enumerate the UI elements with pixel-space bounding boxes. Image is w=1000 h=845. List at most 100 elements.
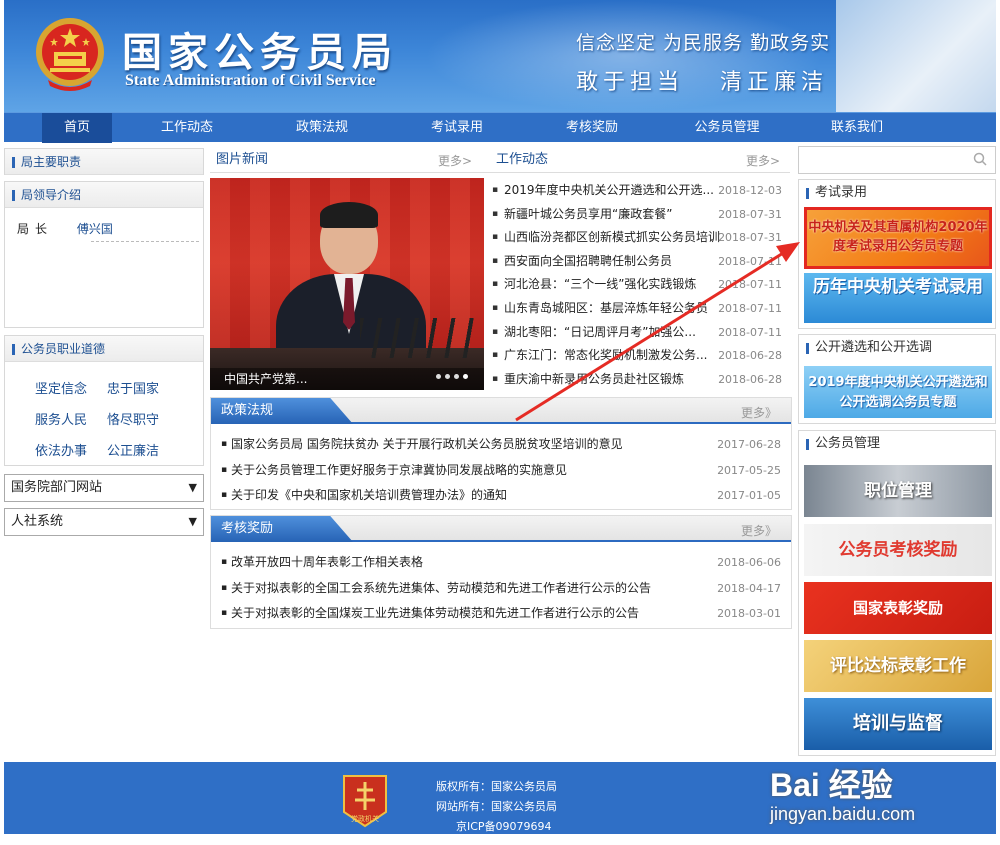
center-divider [210, 172, 790, 173]
search-icon[interactable] [973, 152, 987, 166]
list-item[interactable]: 山西临汾尧都区创新模式抓实公务员培训2018-07-31 [492, 226, 782, 250]
reward-section: 考核奖励 更多》 改革开放四十周年表彰工作相关表格 2018-06-06 关于对拟… [210, 515, 792, 629]
watermark-url: jingyan.baidu.com [770, 804, 916, 824]
list-item[interactable]: 关于印发《中央和国家机关培训费管理办法》的通知 2017-01-05 [221, 483, 781, 509]
hr-system-select[interactable]: 人社系统 ▼ [4, 508, 204, 536]
ethics-panel: 公务员职业道德 坚定信念 忠于国家 服务人民 恪尽职守 依法办事 公正廉洁 [4, 335, 204, 466]
footer-icp[interactable]: 京ICP备09079694 [456, 818, 552, 834]
slide-dot-active[interactable] [463, 374, 468, 379]
list-item[interactable]: 新疆叶城公务员享用“廉政套餐” 2018-07-31 [492, 203, 782, 227]
photo-caption[interactable]: 中国共产党第... [210, 368, 484, 390]
ethic-item: 公正廉洁 [107, 444, 160, 459]
reward-date: 2018-04-17 [717, 581, 781, 595]
news-date: 2018-06-28 [718, 349, 782, 363]
photo-news-title[interactable]: 图片新闻 [216, 148, 268, 172]
work-news-list: 2019年度中央机关公开遴选和公开选... 2018-12-03 新疆叶城公务员享… [492, 179, 782, 391]
news-title[interactable]: 重庆渝中新录用公务员赴社区锻炼 [504, 368, 684, 392]
work-news-title[interactable]: 工作动态 [496, 148, 548, 172]
list-item[interactable]: 河北沧县：“三个一线”强化实践锻炼 2018-07-11 [492, 273, 782, 297]
policy-more-link[interactable]: 更多》 [741, 404, 777, 421]
policy-title[interactable]: 国家公务员局 国务院扶贫办 关于开展行政机关公务员脱贫攻坚培训的意见 [231, 437, 623, 451]
site-subtitle: State Administration of Civil Service [125, 72, 376, 89]
reward-title[interactable]: 关于对拟表彰的全国工会系统先进集体、劳动模范和先进工作者进行公示的公告 [231, 581, 651, 595]
gov-badge-icon[interactable]: 党政机关 [340, 772, 390, 828]
work-news-more-link[interactable]: 更多> [746, 152, 780, 169]
ethic-item: 恪尽职守 [107, 413, 160, 428]
news-title[interactable]: 西安面向全国招聘聘任制公务员 [504, 250, 672, 274]
list-item[interactable]: 改革开放四十周年表彰工作相关表格 2018-06-06 [221, 550, 781, 576]
list-item[interactable]: 关于公务员管理工作更好服务于京津冀协同发展战略的实施意见 2017-05-25 [221, 458, 781, 484]
leader-row[interactable]: 局长 傅兴国 [5, 208, 203, 237]
reward-title[interactable]: 改革开放四十周年表彰工作相关表格 [231, 555, 423, 569]
exam-title[interactable]: 考试录用 [799, 180, 995, 206]
page: 国家公务员局 State Administration of Civil Ser… [0, 0, 1000, 845]
list-item[interactable]: 广东江门：常态化奖励机制激发公务... 2018-06-28 [492, 344, 782, 368]
duty-title[interactable]: 局主要职责 [5, 149, 203, 175]
policy-section: 政策法规 更多》 国家公务员局 国务院扶贫办 关于开展行政机关公务员脱贫攻坚培训… [210, 397, 792, 510]
list-item[interactable]: 山东青岛城阳区：基层淬炼年轻公务员 2018-07-11 [492, 297, 782, 321]
news-title[interactable]: 河北沧县：“三个一线”强化实践锻炼 [504, 273, 696, 297]
nav-work-news[interactable]: 工作动态 [112, 113, 262, 143]
policy-title[interactable]: 关于印发《中央和国家机关培训费管理办法》的通知 [231, 488, 507, 502]
nav-management[interactable]: 公务员管理 [652, 113, 802, 143]
ethics-grid: 坚定信念 忠于国家 服务人民 恪尽职守 依法办事 公正廉洁 [5, 362, 203, 459]
evaluation-banner[interactable]: 评比达标表彰工作 [804, 640, 992, 692]
policy-date: 2017-06-28 [717, 438, 781, 451]
list-item[interactable]: 湖北枣阳：“日记周评月考”加强公... 2018-07-11 [492, 321, 782, 345]
news-title[interactable]: 广东江门：常态化奖励机制激发公务... [504, 344, 707, 368]
management-title[interactable]: 公务员管理 [799, 431, 995, 457]
exam-2020-banner[interactable]: 中央机关及其直属机构2020年度考试录用公务员专题 [804, 207, 992, 269]
leaders-title[interactable]: 局领导介绍 [5, 182, 203, 208]
news-date: 2018-07-31 [718, 207, 782, 221]
leader-role: 局长 [17, 222, 54, 236]
header-slogan-1: 信念坚定 为民服务 勤政务实 [576, 32, 831, 54]
dept-site-select-value: 国务院部门网站 [11, 480, 103, 495]
policy-tab[interactable]: 政策法规 [211, 398, 353, 424]
policy-tab-bar: 政策法规 更多》 [211, 398, 791, 424]
reward-more-link[interactable]: 更多》 [741, 522, 777, 539]
news-title[interactable]: 新疆叶城公务员享用“廉政套餐” [504, 203, 672, 227]
news-title[interactable]: 山东青岛城阳区：基层淬炼年轻公务员 [504, 297, 708, 321]
nav-policy[interactable]: 政策法规 [262, 113, 382, 143]
selection-title[interactable]: 公开遴选和公开选调 [799, 335, 995, 361]
reward-title[interactable]: 关于对拟表彰的全国煤炭工业先进集体劳动模范和先进工作者进行公示的公告 [231, 606, 639, 620]
list-item[interactable]: 国家公务员局 国务院扶贫办 关于开展行政机关公务员脱贫攻坚培训的意见 2017-0… [221, 432, 781, 458]
news-title[interactable]: 山西临汾尧都区创新模式抓实公务员培训 [504, 226, 720, 250]
news-title[interactable]: 2019年度中央机关公开遴选和公开选... [504, 179, 714, 203]
list-item[interactable]: 西安面向全国招聘聘任制公务员 2018-07-11 [492, 250, 782, 274]
list-item[interactable]: 重庆渝中新录用公务员赴社区锻炼 2018-06-28 [492, 368, 782, 392]
nav-reward[interactable]: 考核奖励 [532, 113, 652, 143]
assessment-reward-banner[interactable]: 公务员考核奖励 [804, 524, 992, 576]
exam-history-banner[interactable]: 历年中央机关考试录用 [804, 273, 992, 323]
national-award-banner[interactable]: 国家表彰奖励 [804, 582, 992, 634]
news-title[interactable]: 湖北枣阳：“日记周评月考”加强公... [504, 321, 696, 345]
selection-2019-banner[interactable]: 2019年度中央机关公开遴选和公开选调公务员专题 [804, 366, 992, 418]
slide-dot[interactable] [436, 374, 441, 379]
slide-dot[interactable] [445, 374, 450, 379]
watermark-brand: Bai 经验 [770, 767, 893, 803]
slide-dot[interactable] [454, 374, 459, 379]
search-input[interactable] [798, 146, 996, 174]
policy-list: 国家公务员局 国务院扶贫办 关于开展行政机关公务员脱贫攻坚培训的意见 2017-0… [211, 424, 791, 509]
nav-home[interactable]: 首页 [42, 113, 112, 143]
baidu-watermark: Bai 经验 jingyan.baidu.com [770, 760, 990, 830]
list-item[interactable]: 关于对拟表彰的全国工会系统先进集体、劳动模范和先进工作者进行公示的公告 2018-… [221, 576, 781, 602]
photo-news-more-link[interactable]: 更多> [438, 152, 472, 169]
dept-site-select[interactable]: 国务院部门网站 ▼ [4, 474, 204, 502]
footer-site-owner: 网站所有：国家公务员局 [436, 800, 557, 813]
duty-panel[interactable]: 局主要职责 [4, 148, 204, 175]
reward-tab[interactable]: 考核奖励 [211, 516, 353, 542]
nav-contact[interactable]: 联系我们 [802, 113, 912, 143]
news-date: 2018-06-28 [718, 372, 782, 386]
reward-date: 2018-03-01 [717, 607, 781, 620]
reward-list: 改革开放四十周年表彰工作相关表格 2018-06-06 关于对拟表彰的全国工会系统… [211, 542, 791, 627]
photo-news-image[interactable] [210, 178, 484, 390]
training-supervision-banner[interactable]: 培训与监督 [804, 698, 992, 750]
list-item[interactable]: 关于对拟表彰的全国煤炭工业先进集体劳动模范和先进工作者进行公示的公告 2018-0… [221, 601, 781, 627]
post-management-banner[interactable]: 职位管理 [804, 465, 992, 517]
leader-name[interactable]: 傅兴国 [77, 222, 113, 236]
nav-exam[interactable]: 考试录用 [382, 113, 532, 143]
list-item[interactable]: 2019年度中央机关公开遴选和公开选... 2018-12-03 [492, 179, 782, 203]
ethics-title: 公务员职业道德 [5, 336, 203, 362]
policy-title[interactable]: 关于公务员管理工作更好服务于京津冀协同发展战略的实施意见 [231, 463, 567, 477]
